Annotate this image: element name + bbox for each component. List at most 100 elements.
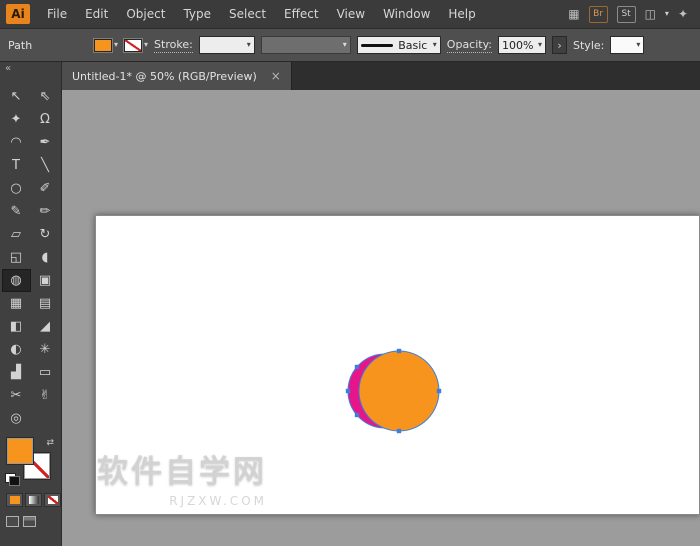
opacity-label[interactable]: Opacity:	[447, 38, 492, 53]
control-bar: Path ▾ ▾ Stroke: ▾ ▾ Basic ▾ Opacity: 10…	[0, 28, 700, 62]
document-tab[interactable]: Untitled-1* @ 50% (RGB/Preview) ×	[62, 62, 292, 90]
style-label: Style:	[573, 39, 604, 52]
stroke-color-dropdown[interactable]: ▾	[124, 39, 148, 52]
menu-window[interactable]: Window	[374, 7, 439, 21]
rotate-tool[interactable]: ↻	[31, 223, 60, 246]
opacity-combo[interactable]: 100% ▾	[498, 36, 546, 54]
selection-type-label: Path	[8, 39, 88, 52]
default-colors-icon[interactable]	[5, 473, 20, 486]
selected-shape[interactable]	[336, 331, 456, 451]
stroke-none-swatch[interactable]	[124, 39, 142, 52]
lasso-tool[interactable]: Ω	[31, 108, 60, 131]
color-mode-swatch	[10, 496, 20, 504]
anchor-point[interactable]	[355, 413, 359, 417]
brush-dropdown-icon[interactable]: ▾	[433, 41, 437, 49]
pencil-tool[interactable]: ✎	[2, 200, 31, 223]
ellipse-tool[interactable]: ○	[2, 177, 31, 200]
share-icon[interactable]: ✦	[678, 7, 688, 21]
menu-file[interactable]: File	[38, 7, 76, 21]
color-mode-button[interactable]	[6, 493, 23, 507]
stroke-weight-combo[interactable]: ▾	[199, 36, 255, 54]
menu-select[interactable]: Select	[220, 7, 275, 21]
style-dropdown-icon[interactable]: ▾	[636, 41, 640, 49]
stroke-dropdown-icon[interactable]: ▾	[144, 41, 148, 49]
graphic-style-dropdown[interactable]: ▾	[610, 36, 644, 54]
slice-tool[interactable]: ✂	[2, 384, 31, 407]
blend-tool[interactable]: ◐	[2, 338, 31, 361]
free-transform-tool[interactable]: ▣	[31, 269, 60, 292]
screen-mode-button[interactable]	[23, 516, 36, 527]
document-area: Untitled-1* @ 50% (RGB/Preview) × 软件自学网 …	[62, 62, 700, 546]
anchor-point[interactable]	[355, 365, 359, 369]
anchor-point[interactable]	[346, 389, 350, 393]
tools-panel: « ↖⇖✦Ω◠✒T╲○✐✎✏▱↻◱◖◍▣▦▤◧◢◐✳▟▭✂✌◎ ⇄	[0, 62, 62, 546]
scale-tool[interactable]: ◱	[2, 246, 31, 269]
direct-selection-tool[interactable]: ⇖	[31, 85, 60, 108]
width-tool[interactable]: ◖	[31, 246, 60, 269]
eyedropper-tool[interactable]: ◢	[31, 315, 60, 338]
fill-dropdown-icon[interactable]: ▾	[114, 41, 118, 49]
stroke-weight-dropdown-icon[interactable]: ▾	[247, 41, 251, 49]
mesh-tool[interactable]: ▤	[31, 292, 60, 315]
pen-tool[interactable]: ✒	[31, 131, 60, 154]
document-tab-title: Untitled-1* @ 50% (RGB/Preview)	[72, 70, 257, 83]
line-segment-tool[interactable]: ╲	[31, 154, 60, 177]
brush-name: Basic	[398, 39, 427, 52]
opacity-value: 100%	[502, 39, 533, 52]
fill-color-dropdown[interactable]: ▾	[94, 39, 118, 52]
symbol-sprayer-tool[interactable]: ✳	[31, 338, 60, 361]
gradient-mode-button[interactable]	[25, 493, 42, 507]
magic-wand-tool[interactable]: ✦	[2, 108, 31, 131]
menu-edit[interactable]: Edit	[76, 7, 117, 21]
curvature-tool[interactable]: ◠	[2, 131, 31, 154]
brush-stroke-preview	[361, 44, 393, 47]
blob-brush-tool[interactable]: ✏	[31, 200, 60, 223]
artboard-tool[interactable]: ▭	[31, 361, 60, 384]
paint-mode-row	[6, 493, 61, 507]
shape-builder-tool[interactable]: ◍	[2, 269, 31, 292]
draw-mode-button[interactable]	[6, 516, 19, 527]
menu-bar: Ai FileEditObjectTypeSelectEffectViewWin…	[0, 0, 700, 28]
anchor-point[interactable]	[397, 349, 401, 353]
menubar-right-cluster: ▦ Br St ◫ ▾ ✦	[568, 6, 688, 23]
hand-tool[interactable]: ✌	[31, 384, 60, 407]
menu-object[interactable]: Object	[117, 7, 174, 21]
anchor-point[interactable]	[437, 389, 441, 393]
brush-definition-combo[interactable]: Basic ▾	[357, 36, 441, 54]
opacity-dropdown-icon[interactable]: ▾	[538, 41, 542, 49]
width-profile-dropdown[interactable]: ▾	[261, 36, 351, 54]
workspace-switcher-icon[interactable]: ◫	[645, 7, 656, 21]
eraser-tool[interactable]: ▱	[2, 223, 31, 246]
app-logo: Ai	[6, 4, 30, 24]
menu-effect[interactable]: Effect	[275, 7, 328, 21]
selection-tool[interactable]: ↖	[2, 85, 31, 108]
zoom-tool[interactable]: ◎	[2, 407, 31, 430]
color-swatch-cluster: ⇄	[5, 438, 56, 486]
paintbrush-tool[interactable]: ✐	[31, 177, 60, 200]
none-mode-button[interactable]	[44, 493, 61, 507]
tools-collapse-icon[interactable]: «	[0, 62, 61, 77]
tab-close-icon[interactable]: ×	[271, 69, 281, 83]
fill-color-indicator[interactable]	[7, 438, 33, 464]
menu-items: FileEditObjectTypeSelectEffectViewWindow…	[38, 7, 485, 21]
menu-type[interactable]: Type	[174, 7, 220, 21]
menu-help[interactable]: Help	[439, 7, 484, 21]
column-graph-tool[interactable]: ▟	[2, 361, 31, 384]
bridge-button[interactable]: Br	[589, 6, 608, 23]
orange-circle-face[interactable]	[359, 351, 439, 431]
fill-color-swatch[interactable]	[94, 39, 112, 52]
perspective-grid-tool[interactable]: ▦	[2, 292, 31, 315]
stock-button[interactable]: St	[617, 6, 636, 23]
anchor-point[interactable]	[397, 429, 401, 433]
arrange-documents-icon[interactable]: ▦	[568, 7, 579, 21]
swap-colors-icon[interactable]: ⇄	[46, 438, 54, 448]
main-area: « ↖⇖✦Ω◠✒T╲○✐✎✏▱↻◱◖◍▣▦▤◧◢◐✳▟▭✂✌◎ ⇄	[0, 62, 700, 546]
width-profile-dropdown-icon[interactable]: ▾	[343, 41, 347, 49]
canvas[interactable]: 软件自学网 RJZXW.COM	[62, 90, 700, 546]
menu-view[interactable]: View	[328, 7, 374, 21]
workspace-dropdown-icon[interactable]: ▾	[665, 10, 669, 18]
type-tool[interactable]: T	[2, 154, 31, 177]
expand-panel-button[interactable]: ›	[552, 36, 567, 54]
stroke-label[interactable]: Stroke:	[154, 38, 193, 53]
gradient-tool[interactable]: ◧	[2, 315, 31, 338]
